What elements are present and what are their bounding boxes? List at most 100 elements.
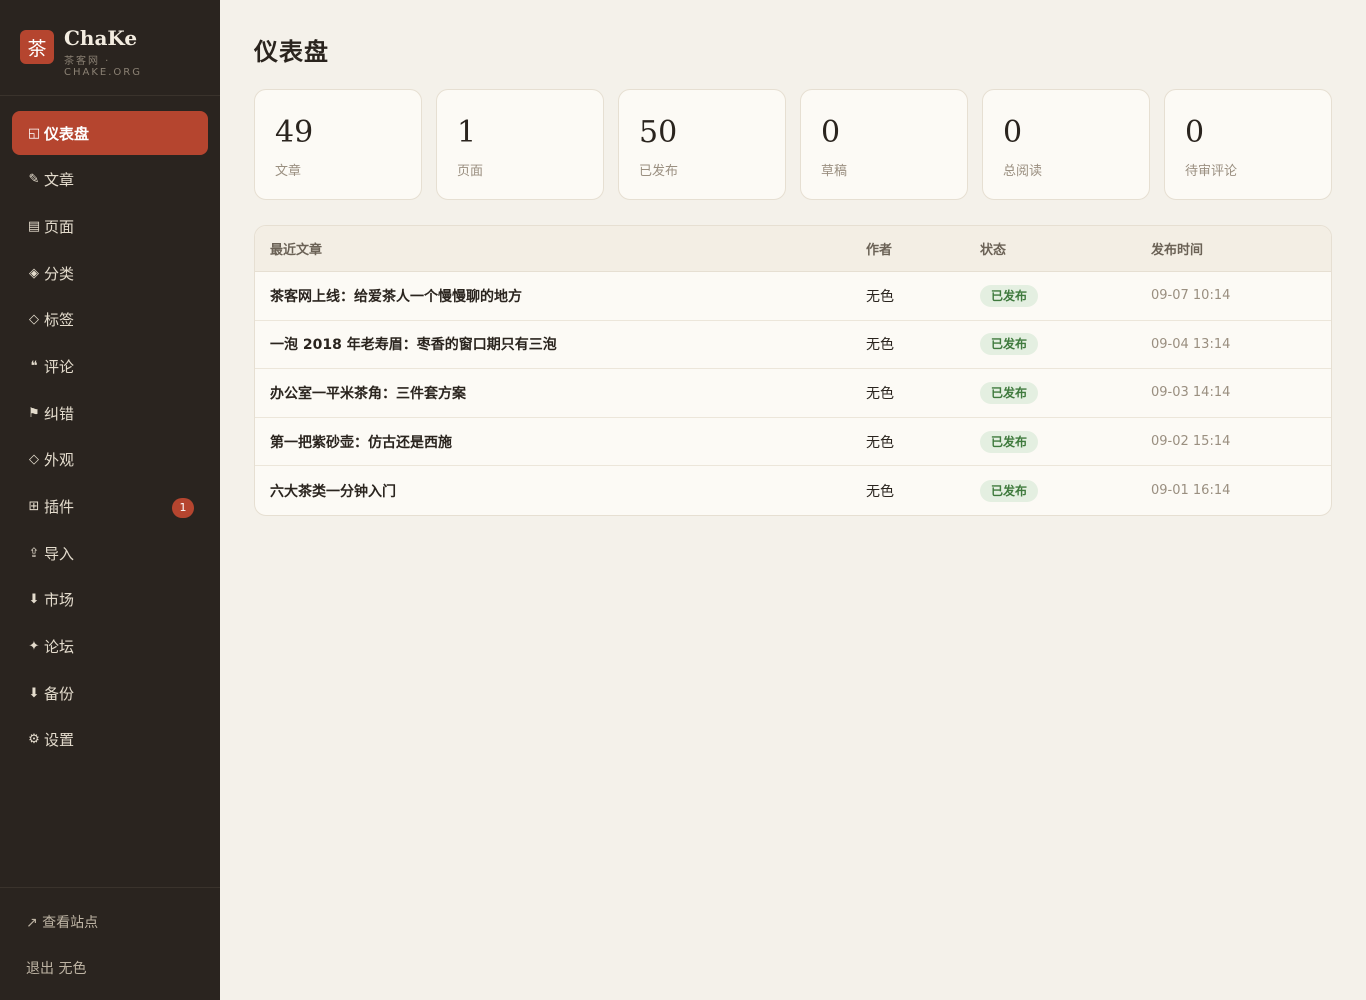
category-icon: ◈ — [29, 265, 39, 281]
table-header: 最近文章 作者 状态 发布时间 — [255, 226, 1331, 272]
stat-card-published: 50 已发布 — [618, 89, 786, 200]
column-header-time: 发布时间 — [1151, 243, 1204, 258]
page-icon: ▤ — [27, 218, 41, 234]
sidebar-item-label: 评论 — [44, 357, 75, 376]
sidebar-item-comments[interactable]: ❝ 评论 — [12, 344, 208, 388]
stat-label: 页面 — [457, 164, 484, 179]
stat-value: 1 — [457, 115, 477, 150]
sidebar-item-plugins[interactable]: ⊞ 插件 1 — [12, 485, 208, 529]
stat-label: 文章 — [275, 164, 302, 179]
column-header-author: 作者 — [866, 243, 893, 258]
stat-value: 49 — [275, 115, 314, 150]
sidebar-item-tags[interactable]: ◇ 标签 — [12, 298, 208, 342]
sidebar-item-appearance[interactable]: ◇ 外观 — [12, 438, 208, 482]
sidebar-item-label: 外观 — [44, 451, 75, 470]
column-header-status: 状态 — [980, 243, 1007, 258]
sidebar-item-posts[interactable]: ✎ 文章 — [12, 158, 208, 202]
flag-icon: ⚑ — [28, 405, 40, 421]
column-header-title: 最近文章 — [270, 243, 323, 258]
stat-card-posts: 49 文章 — [254, 89, 422, 200]
page-title: 仪表盘 — [254, 38, 329, 66]
tag-icon: ◇ — [29, 312, 39, 328]
brand-logo: 茶 — [20, 30, 54, 64]
stat-label: 总阅读 — [1003, 164, 1043, 179]
import-icon: ⇪ — [28, 545, 40, 561]
stat-card-total-views: 0 总阅读 — [982, 89, 1150, 200]
post-title-link[interactable]: 一泡 2018 年老寿眉：枣香的窗口期只有三泡 — [255, 334, 866, 354]
post-time: 09-03 14:14 — [1151, 385, 1231, 401]
sidebar-item-label: 仪表盘 — [44, 124, 90, 143]
brand[interactable]: 茶 ChaKe 茶客网 · CHAKE.ORG — [0, 0, 220, 96]
sidebar-item-dashboard[interactable]: ◱ 仪表盘 — [12, 111, 208, 155]
sidebar-item-label: 插件 — [44, 498, 75, 516]
sidebar-nav: ◱ 仪表盘 ✎ 文章 ▤ 页面 ◈ 分类 ◇ 标签 ❝ 评论 ⚑ 纠错 ◇ 外观 — [0, 96, 220, 762]
quote-icon: ❝ — [30, 358, 38, 374]
sidebar-item-label: 页面 — [44, 217, 75, 236]
stat-value: 0 — [1185, 115, 1205, 150]
recent-posts-table: 最近文章 作者 状态 发布时间 茶客网上线：给爱茶人一个慢慢聊的地方 无色 已发… — [254, 225, 1332, 516]
post-time: 09-07 10:14 — [1151, 288, 1231, 304]
post-time: 09-04 13:14 — [1151, 336, 1231, 352]
sidebar-item-label: 备份 — [44, 684, 75, 703]
sidebar-item-forum[interactable]: ✦ 论坛 — [12, 625, 208, 669]
status-badge: 已发布 — [980, 430, 1039, 453]
sidebar-item-label: 文章 — [44, 171, 75, 190]
stat-value: 0 — [821, 115, 841, 150]
gear-icon: ⚙ — [28, 732, 40, 748]
sidebar-item-label: 市场 — [44, 591, 75, 610]
post-time: 09-02 15:14 — [1151, 434, 1231, 450]
logout-link[interactable]: 退出 无色 — [26, 958, 220, 978]
sidebar-item-pages[interactable]: ▤ 页面 — [12, 204, 208, 248]
table-row[interactable]: 第一把紫砂壶：仿古还是西施 无色 已发布 09-02 15:14 — [255, 418, 1331, 467]
sidebar-item-settings[interactable]: ⚙ 设置 — [12, 718, 208, 762]
stats-row: 49 文章 1 页面 50 已发布 0 草稿 0 总阅读 0 待审评论 — [254, 89, 1332, 200]
table-row[interactable]: 一泡 2018 年老寿眉：枣香的窗口期只有三泡 无色 已发布 09-04 13:… — [255, 321, 1331, 370]
pencil-icon: ✎ — [28, 172, 40, 188]
post-title-link[interactable]: 六大茶类一分钟入门 — [255, 481, 866, 501]
sidebar-item-market[interactable]: ⬇ 市场 — [12, 578, 208, 622]
stat-label: 待审评论 — [1185, 164, 1238, 179]
sidebar-item-label: 分类 — [44, 264, 75, 283]
stat-value: 50 — [639, 115, 678, 150]
table-row[interactable]: 茶客网上线：给爱茶人一个慢慢聊的地方 无色 已发布 09-07 10:14 — [255, 272, 1331, 321]
status-badge: 已发布 — [980, 381, 1039, 404]
plugin-count-badge: 1 — [172, 497, 194, 518]
sidebar: 茶 ChaKe 茶客网 · CHAKE.ORG ◱ 仪表盘 ✎ 文章 ▤ 页面 … — [0, 0, 220, 1000]
post-author: 无色 — [866, 385, 894, 402]
post-title-link[interactable]: 办公室一平米茶角：三件套方案 — [255, 383, 866, 403]
status-badge: 已发布 — [980, 284, 1039, 307]
table-row[interactable]: 办公室一平米茶角：三件套方案 无色 已发布 09-03 14:14 — [255, 369, 1331, 418]
brand-text: ChaKe 茶客网 · CHAKE.ORG — [64, 26, 154, 78]
post-author: 无色 — [866, 434, 894, 451]
sidebar-item-import[interactable]: ⇪ 导入 — [12, 531, 208, 575]
brand-name: ChaKe — [64, 26, 138, 50]
table-row[interactable]: 六大茶类一分钟入门 无色 已发布 09-01 16:14 — [255, 466, 1331, 515]
sidebar-item-label: 论坛 — [44, 638, 75, 657]
post-title-link[interactable]: 第一把紫砂壶：仿古还是西施 — [255, 432, 866, 452]
sidebar-item-categories[interactable]: ◈ 分类 — [12, 251, 208, 295]
sidebar-item-corrections[interactable]: ⚑ 纠错 — [12, 391, 208, 435]
dashboard-icon: ◱ — [27, 125, 41, 141]
post-title-link[interactable]: 茶客网上线：给爱茶人一个慢慢聊的地方 — [255, 286, 866, 306]
view-site-link[interactable]: ↗ 查看站点 — [26, 912, 220, 932]
status-badge: 已发布 — [980, 333, 1039, 356]
sidebar-item-label: 导入 — [44, 544, 75, 563]
post-author: 无色 — [866, 483, 894, 500]
stat-card-pages: 1 页面 — [436, 89, 604, 200]
sidebar-item-label: 纠错 — [44, 404, 75, 423]
appearance-icon: ◇ — [29, 452, 39, 468]
sidebar-item-label: 设置 — [44, 731, 75, 750]
brand-subtitle: 茶客网 · CHAKE.ORG — [64, 56, 142, 78]
download-icon: ⬇ — [28, 685, 40, 701]
stat-label: 已发布 — [639, 164, 679, 179]
post-author: 无色 — [866, 288, 894, 305]
stat-card-pending-comments: 0 待审评论 — [1164, 89, 1332, 200]
plugin-grid-icon: ⊞ — [28, 499, 40, 514]
stat-label: 草稿 — [821, 164, 848, 179]
sidebar-item-backup[interactable]: ⬇ 备份 — [12, 671, 208, 715]
stat-value: 0 — [1003, 115, 1023, 150]
status-badge: 已发布 — [980, 479, 1039, 502]
sidebar-footer: ↗ 查看站点 退出 无色 — [0, 887, 220, 1000]
post-time: 09-01 16:14 — [1151, 483, 1231, 499]
stat-card-drafts: 0 草稿 — [800, 89, 968, 200]
